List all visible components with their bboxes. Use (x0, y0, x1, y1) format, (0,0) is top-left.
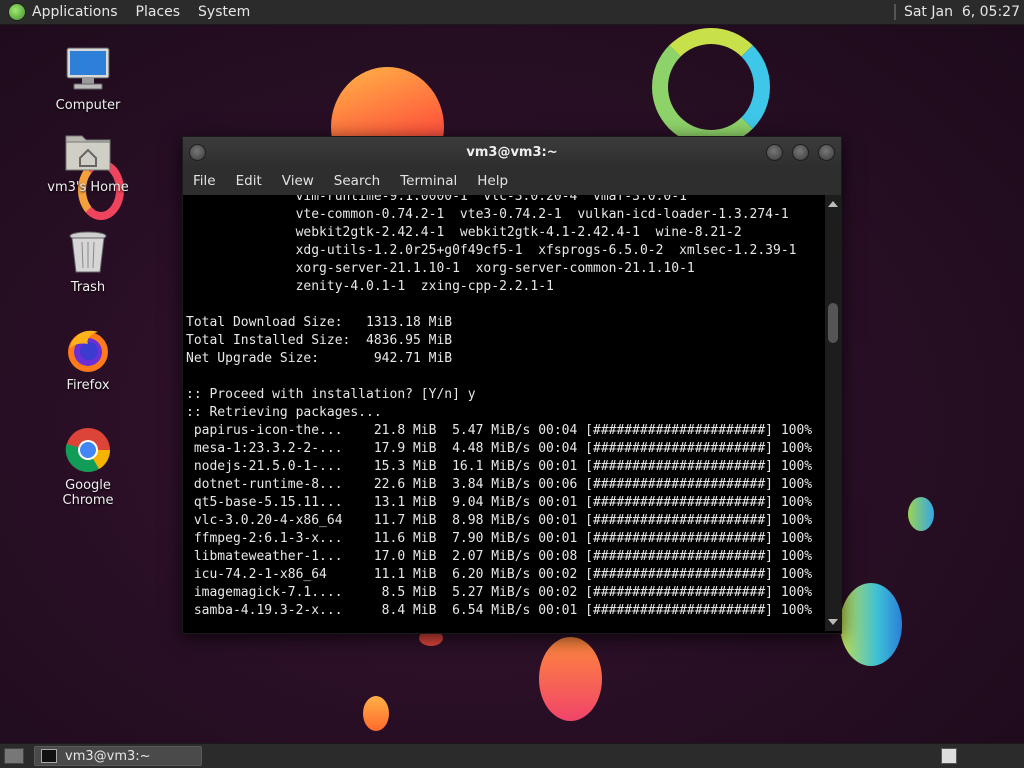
terminal-line: dotnet-runtime-8... 22.6 MiB 3.84 MiB/s … (186, 477, 813, 492)
terminal-line: :: Proceed with installation? [Y/n] y (186, 387, 476, 402)
desktop-icon-trash[interactable]: Trash (38, 228, 138, 295)
menu-file[interactable]: File (183, 173, 226, 189)
wallpaper-green-blob (840, 583, 902, 666)
scroll-up-arrow-icon[interactable] (828, 201, 838, 207)
terminal-line: papirus-icon-the... 21.8 MiB 5.47 MiB/s … (186, 423, 813, 438)
terminal-line: Total Download Size: 1313.18 MiB (186, 315, 453, 330)
trash-icon (64, 228, 112, 276)
desktop-icon-label: Google Chrome (62, 478, 114, 508)
mate-logo-icon[interactable] (8, 3, 26, 21)
window-titlebar[interactable]: vm3@vm3:~ (183, 137, 841, 167)
terminal-line: xorg-server-21.1.10-1 xorg-server-common… (186, 261, 695, 276)
terminal-line: qt5-base-5.15.11... 13.1 MiB 9.04 MiB/s … (186, 495, 813, 510)
terminal-line: libmateweather-1... 17.0 MiB 2.07 MiB/s … (186, 549, 813, 564)
home-folder-icon (64, 128, 112, 176)
chrome-icon (64, 426, 112, 474)
desktop-icon-computer[interactable]: Computer (38, 46, 138, 113)
wallpaper-pink-blob (539, 637, 602, 721)
desktop-icon-home[interactable]: vm3's Home (38, 128, 138, 195)
firefox-icon (64, 326, 112, 374)
wallpaper-small-orange-blob (363, 696, 389, 731)
menu-edit[interactable]: Edit (226, 173, 272, 189)
terminal-line: webkit2gtk-2.42.4-1 webkit2gtk-4.1-2.42.… (186, 225, 742, 240)
bottom-panel: vm3@vm3:~ (0, 743, 1024, 768)
terminal-line: Total Installed Size: 4836.95 MiB (186, 333, 453, 348)
desktop-icon-firefox[interactable]: Firefox (38, 326, 138, 393)
terminal-line: samba-4.19.3-2-x... 8.4 MiB 6.54 MiB/s 0… (186, 603, 813, 618)
panel-separator (893, 4, 896, 20)
terminal-text: vim-runtime-9.1.0000-1 vlc-3.0.20-4 vmaf… (183, 195, 825, 620)
applications-menu[interactable]: Applications (32, 4, 118, 20)
terminal-line: :: Retrieving packages... (186, 405, 382, 420)
scroll-down-arrow-icon[interactable] (828, 619, 838, 625)
terminal-line: vim-runtime-9.1.0000-1 vlc-3.0.20-4 vmaf… (186, 195, 687, 204)
taskbar-button-label: vm3@vm3:~ (65, 748, 151, 764)
terminal-line: vlc-3.0.20-4-x86_64 11.7 MiB 8.98 MiB/s … (186, 513, 813, 528)
terminal-menubar: File Edit View Search Terminal Help (183, 167, 841, 195)
terminal-line: zenity-4.0.1-1 zxing-cpp-2.2.1-1 (186, 279, 554, 294)
terminal-line: nodejs-21.5.0-1-... 15.3 MiB 16.1 MiB/s … (186, 459, 813, 474)
menu-terminal[interactable]: Terminal (390, 173, 467, 189)
menu-search[interactable]: Search (324, 173, 390, 189)
window-menu-icon[interactable] (189, 144, 206, 161)
terminal-line: Net Upgrade Size: 942.71 MiB (186, 351, 453, 366)
terminal-line: icu-74.2-1-x86_64 11.1 MiB 6.20 MiB/s 00… (186, 567, 813, 582)
desktop-icon-chrome[interactable]: Google Chrome (38, 426, 138, 508)
terminal-line: vte-common-0.74.2-1 vte3-0.74.2-1 vulkan… (186, 207, 789, 222)
desktop-icon-label: vm3's Home (47, 180, 129, 195)
taskbar-terminal-button[interactable]: vm3@vm3:~ (34, 746, 202, 766)
terminal-line: xdg-utils-1.2.0r25+g0f49cf5-1 xfsprogs-6… (186, 243, 797, 258)
desktop-icon-label: Firefox (66, 378, 110, 393)
scrollbar-thumb[interactable] (828, 303, 838, 343)
desktop-icon-label: Computer (55, 98, 121, 113)
top-panel: Applications Places System Sat Jan 6, 05… (0, 0, 1024, 25)
desktop-icon-label: Trash (70, 280, 106, 295)
terminal-icon (41, 749, 57, 763)
close-icon[interactable] (818, 144, 835, 161)
places-menu[interactable]: Places (136, 4, 181, 20)
terminal-window[interactable]: vm3@vm3:~ File Edit View Search Terminal… (182, 136, 842, 634)
workspace-switcher[interactable] (941, 748, 957, 764)
menu-view[interactable]: View (272, 173, 324, 189)
maximize-icon[interactable] (792, 144, 809, 161)
terminal-output[interactable]: vim-runtime-9.1.0000-1 vlc-3.0.20-4 vmaf… (183, 195, 825, 631)
minimize-icon[interactable] (766, 144, 783, 161)
menu-help[interactable]: Help (467, 173, 518, 189)
show-desktop-icon[interactable] (4, 748, 24, 764)
terminal-line: ffmpeg-2:6.1-3-x... 11.6 MiB 7.90 MiB/s … (186, 531, 813, 546)
wallpaper-blue-blob (908, 497, 934, 531)
terminal-scrollbar[interactable] (825, 195, 841, 631)
terminal-line: imagemagick-7.1.... 8.5 MiB 5.27 MiB/s 0… (186, 585, 813, 600)
clock[interactable]: Sat Jan 6, 05:27 (904, 4, 1020, 20)
wallpaper-green-ring (652, 28, 770, 146)
system-menu[interactable]: System (198, 4, 250, 20)
window-title: vm3@vm3:~ (466, 144, 558, 160)
computer-icon (64, 46, 112, 94)
terminal-line: mesa-1:23.3.2-2-... 17.9 MiB 4.48 MiB/s … (186, 441, 813, 456)
